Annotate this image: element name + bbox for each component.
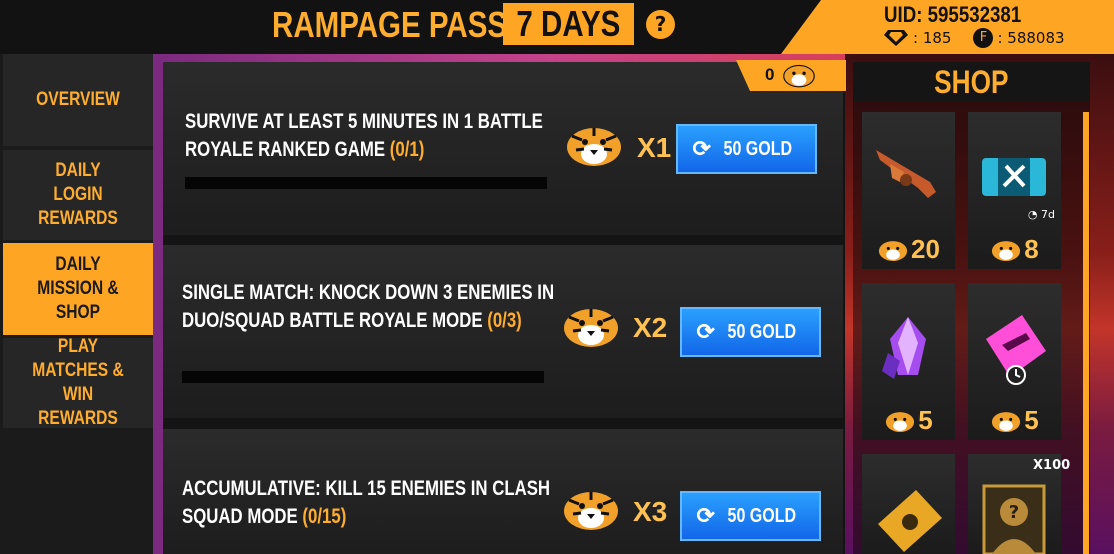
mission-progress: (0/15) [302, 505, 347, 528]
pink-gun-ticket-icon [986, 315, 1046, 385]
shop-item[interactable]: ◔ 7d 8 [968, 112, 1061, 269]
top-bar: RAMPAGE PASS 7 DAYS ? UID: 595532381 : 1… [0, 0, 1114, 54]
mission-description: SURVIVE AT LEAST 5 MINUTES IN 1 BATTLE R… [185, 110, 543, 161]
mission-progress: (0/3) [487, 309, 522, 332]
progress-bar [182, 371, 544, 383]
mission-card: SURVIVE AT LEAST 5 MINUTES IN 1 BATTLE R… [163, 62, 843, 235]
weapon-crate-ticket-icon [982, 158, 1046, 196]
tiger-token-icon [992, 411, 1021, 432]
tiger-token-icon [783, 64, 815, 88]
buy-50-gold-button[interactable]: ⟳ 50 GOLD [680, 491, 821, 541]
item-price: 8 [968, 234, 1061, 265]
mystery-character-icon: ? [982, 484, 1046, 554]
nav-daily-login-rewards[interactable]: DAILY LOGIN REWARDS [3, 150, 153, 240]
nav-overview[interactable]: OVERVIEW [3, 54, 153, 146]
shop-item[interactable]: 5 [968, 283, 1061, 440]
refresh-icon: ⟳ [696, 319, 715, 344]
item-price: 20 [862, 234, 955, 265]
shop-scrollbar[interactable] [1083, 112, 1089, 554]
shop-item[interactable]: 20 [862, 112, 955, 269]
currency-row: : 185 F : 588083 [883, 28, 1065, 48]
progress-bar [185, 177, 547, 189]
nav-daily-mission-shop[interactable]: DAILY MISSION & SHOP [3, 243, 153, 335]
tiger-token-icon [992, 240, 1021, 261]
mission-card: SINGLE MATCH: KNOCK DOWN 3 ENEMIES IN DU… [163, 245, 843, 418]
shop-title: SHOP [853, 62, 1090, 102]
days-remaining-badge: 7 DAYS [503, 3, 634, 45]
pass-title: RAMPAGE PASS [272, 4, 508, 45]
coin-count: : 588083 [997, 29, 1065, 47]
svg-text:?: ? [1009, 502, 1019, 523]
tiger-token-icon [567, 128, 621, 166]
tiger-token-icon [886, 411, 915, 432]
tiger-token-icon [564, 492, 618, 530]
refresh-icon: ⟳ [696, 503, 715, 528]
mission-card: ACCUMULATIVE: KILL 15 ENEMIES IN CLASH S… [163, 429, 843, 554]
gold-voucher-icon [878, 490, 942, 552]
side-nav: OVERVIEW DAILY LOGIN REWARDS DAILY MISSI… [0, 54, 153, 554]
mission-progress: (0/1) [389, 138, 425, 161]
refresh-icon: ⟳ [692, 136, 711, 161]
buy-50-gold-button[interactable]: ⟳ 50 GOLD [676, 124, 817, 174]
shop-item[interactable] [862, 454, 955, 554]
tommy-gun-icon [876, 150, 936, 198]
buy-50-gold-button[interactable]: ⟳ 50 GOLD [680, 307, 821, 357]
reward-multiplier: x1 [637, 132, 672, 163]
reward-multiplier: x2 [633, 312, 668, 343]
player-info: UID: 595532381 : 185 F : 588083 [781, 0, 1114, 54]
item-price: 5 [968, 405, 1061, 436]
tiger-token-icon [564, 309, 618, 347]
reward-multiplier: x3 [633, 496, 668, 527]
uid-label: UID: 595532381 [884, 2, 1022, 27]
purple-crystal-icon [882, 317, 926, 379]
tiger-token-icon [878, 240, 908, 261]
quantity-tag: X100 [1033, 458, 1071, 473]
item-price: 5 [862, 405, 955, 436]
coin-icon: F [973, 28, 994, 48]
shop-item[interactable]: 5 [862, 283, 955, 440]
duration-tag: ◔ 7d [1027, 208, 1055, 221]
help-button[interactable]: ? [646, 10, 675, 39]
nav-play-matches[interactable]: PLAY MATCHES & WIN REWARDS [3, 336, 153, 429]
diamond-count: : 185 [913, 29, 952, 47]
mission-list: SURVIVE AT LEAST 5 MINUTES IN 1 BATTLE R… [163, 62, 845, 554]
mission-description: SINGLE MATCH: KNOCK DOWN 3 ENEMIES IN DU… [182, 281, 555, 332]
mission-description: ACCUMULATIVE: KILL 15 ENEMIES IN CLASH S… [182, 477, 551, 528]
diamond-icon [884, 30, 908, 46]
